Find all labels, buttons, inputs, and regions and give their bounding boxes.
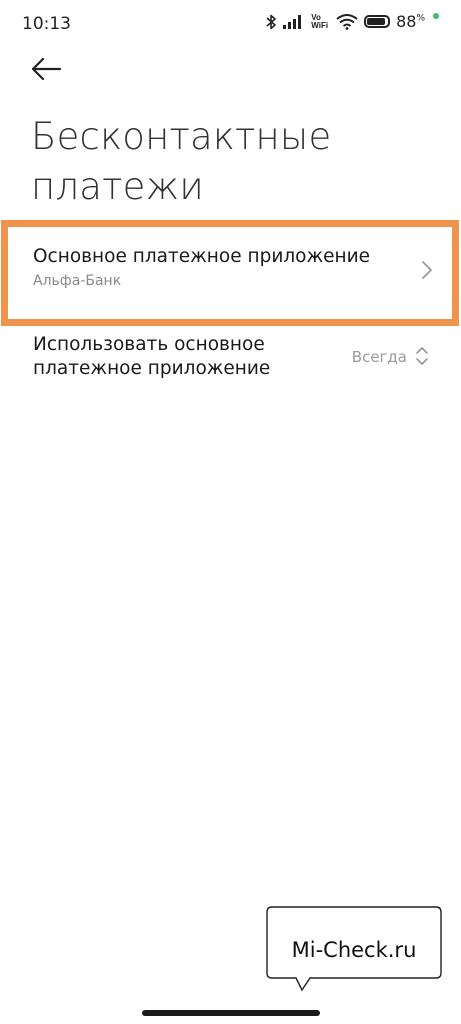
arrow-left-icon [31,57,62,81]
chevron-updown-icon [416,347,428,365]
page-title: Бесконтактные платежи [31,115,332,208]
watermark-text: Mi-Check.ru [291,938,417,962]
default-payment-app-value: Альфа-Банк [33,273,122,289]
bluetooth-icon [265,14,277,30]
chevron-right-icon [422,261,432,279]
battery-icon [364,15,391,28]
use-default-app-row[interactable]: Использовать основное платежное приложен… [33,333,433,391]
use-default-app-label: Использовать основное платежное приложен… [33,334,271,379]
vowifi-icon: Vo WiFi [311,12,329,30]
signal-icon [283,14,303,29]
status-icons: Vo WiFi 88% [265,12,439,31]
wifi-icon [336,13,358,30]
use-default-app-value: Всегда [351,348,407,366]
default-payment-app-row[interactable]: Основное платежное приложение Альфа-Банк [33,246,433,306]
back-button[interactable] [30,56,64,82]
privacy-dot-icon [433,12,439,19]
battery-percent: 88% [396,12,425,31]
home-indicator[interactable] [142,1010,320,1016]
status-bar: 10:13 Vo WiFi 88% [0,0,461,48]
status-time: 10:13 [22,14,71,34]
default-payment-app-label: Основное платежное приложение [33,246,371,267]
